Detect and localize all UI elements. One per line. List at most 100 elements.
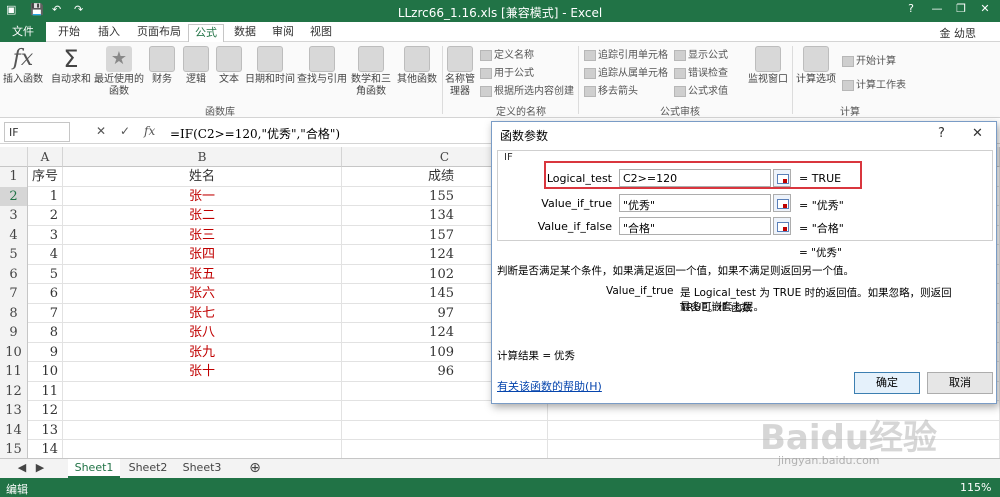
cell-a[interactable]: 14 [28,440,63,460]
cell-b[interactable]: 姓名 [63,167,342,187]
trace-precedents-button[interactable]: 追踪引用单元格 [584,46,668,61]
collapse-dialog-icon[interactable] [773,194,791,212]
cell-a[interactable]: 2 [28,206,63,226]
column-header-b[interactable]: B [63,147,342,167]
add-sheet-icon[interactable]: ⊕ [246,459,264,478]
calc-sheet-button[interactable]: 计算工作表 [842,76,906,91]
row-header[interactable]: 8 [0,303,28,323]
cell-a[interactable]: 3 [28,225,63,245]
cell-a[interactable]: 11 [28,381,63,401]
row-header[interactable]: 5 [0,245,28,265]
cell-a[interactable]: 7 [28,303,63,323]
calc-now-button[interactable]: 开始计算 [842,52,896,67]
row-header[interactable]: 4 [0,225,28,245]
cell-a[interactable]: 8 [28,323,63,343]
text-button[interactable]: 文本 [214,46,244,86]
cell-c[interactable] [342,440,548,460]
tab-page-layout[interactable]: 页面布局 [132,24,186,40]
cell-a[interactable]: 5 [28,264,63,284]
column-header-a[interactable]: A [28,147,63,167]
insert-function-icon[interactable]: fx [144,124,155,138]
tab-insert[interactable]: 插入 [92,24,126,40]
insert-function-button[interactable]: fx 插入函数 [2,46,44,86]
row-header[interactable]: 6 [0,264,28,284]
cell-b[interactable] [63,381,342,401]
other-functions-button[interactable]: 其他函数 [394,46,440,86]
ok-button[interactable]: 确定 [854,372,920,394]
calc-options-button[interactable]: 计算选项 [794,46,838,86]
logical-button[interactable]: 逻辑 [180,46,212,86]
remove-arrows-button[interactable]: 移去箭头 [584,82,638,97]
value-if-true-input[interactable]: "优秀" [619,194,771,212]
cancel-formula-icon[interactable]: ✕ [96,124,106,138]
dialog-help-button[interactable]: ? [938,126,945,141]
row-header[interactable]: 15 [0,440,28,460]
cell-b[interactable] [63,401,342,421]
name-manager-button[interactable]: 名称管理器 [444,46,476,98]
autosum-button[interactable]: Σ 自动求和 [48,46,94,86]
name-box[interactable]: IF [4,122,70,142]
row-header[interactable]: 9 [0,323,28,343]
row-header[interactable]: 12 [0,381,28,401]
cancel-button[interactable]: 取消 [927,372,993,394]
cell-b[interactable]: 张一 [63,186,342,206]
cell-c[interactable] [342,420,548,440]
select-all-corner[interactable] [0,147,28,167]
tab-formulas[interactable]: 公式 [188,24,224,43]
help-button[interactable]: ? [900,2,922,18]
define-name-button[interactable]: 定义名称 [480,46,534,61]
cell-b[interactable]: 张五 [63,264,342,284]
sheet-tab-3[interactable]: Sheet3 [176,459,228,478]
cell-a[interactable]: 9 [28,342,63,362]
tab-view[interactable]: 视图 [304,24,338,40]
tab-review[interactable]: 审阅 [266,24,300,40]
use-in-formula-button[interactable]: 用于公式 [480,64,534,79]
scroll-right-icon[interactable]: ▶ [32,459,48,478]
cell-b[interactable] [63,420,342,440]
tab-data[interactable]: 数据 [228,24,262,40]
minimize-button[interactable]: — [926,2,948,18]
cell-b[interactable]: 张九 [63,342,342,362]
formula-input[interactable]: =IF(C2>=120,"优秀","合格") [170,125,340,142]
cell-b[interactable]: 张四 [63,245,342,265]
tab-file[interactable]: 文件 [0,22,46,42]
row-header[interactable]: 7 [0,284,28,304]
row-header[interactable]: 13 [0,401,28,421]
row-header[interactable]: 2 [0,186,28,206]
row-header[interactable]: 10 [0,342,28,362]
error-checking-button[interactable]: 错误检查 [674,64,728,79]
create-from-selection-button[interactable]: 根据所选内容创建 [480,82,574,97]
close-window-button[interactable]: ✕ [974,2,996,18]
cell-a[interactable]: 12 [28,401,63,421]
dialog-close-button[interactable]: ✕ [972,126,983,141]
sheet-tab-1[interactable]: Sheet1 [68,459,120,478]
trace-dependents-button[interactable]: 追踪从属单元格 [584,64,668,79]
cell-a[interactable]: 序号 [28,167,63,187]
cell-a[interactable]: 1 [28,186,63,206]
zoom-level[interactable]: 115% [960,481,991,494]
function-help-link[interactable]: 有关该函数的帮助(H) [497,378,602,394]
lookup-button[interactable]: 查找与引用 [296,46,348,86]
cell-b[interactable]: 张三 [63,225,342,245]
cell-b[interactable]: 张八 [63,323,342,343]
row-header[interactable]: 1 [0,167,28,187]
evaluate-formula-button[interactable]: 公式求值 [674,82,728,97]
datetime-button[interactable]: 日期和时间 [244,46,296,86]
row-header[interactable]: 3 [0,206,28,226]
user-account[interactable]: 金 幼思 [940,25,977,41]
cell-b[interactable] [63,440,342,460]
watch-window-button[interactable]: 监视窗口 [746,46,790,86]
recent-functions-button[interactable]: ★ 最近使用的函数 [94,46,144,98]
cell-a[interactable]: 4 [28,245,63,265]
cell-b[interactable]: 张二 [63,206,342,226]
show-formulas-button[interactable]: 显示公式 [674,46,728,61]
value-if-false-input[interactable]: "合格" [619,217,771,235]
enter-formula-icon[interactable]: ✓ [120,124,130,138]
cell-a[interactable]: 6 [28,284,63,304]
row-header[interactable]: 14 [0,420,28,440]
sheet-tab-2[interactable]: Sheet2 [122,459,174,478]
financial-button[interactable]: 财务 [146,46,178,86]
row-header[interactable]: 11 [0,362,28,382]
scroll-left-icon[interactable]: ◀ [14,459,30,478]
cell-a[interactable]: 10 [28,362,63,382]
